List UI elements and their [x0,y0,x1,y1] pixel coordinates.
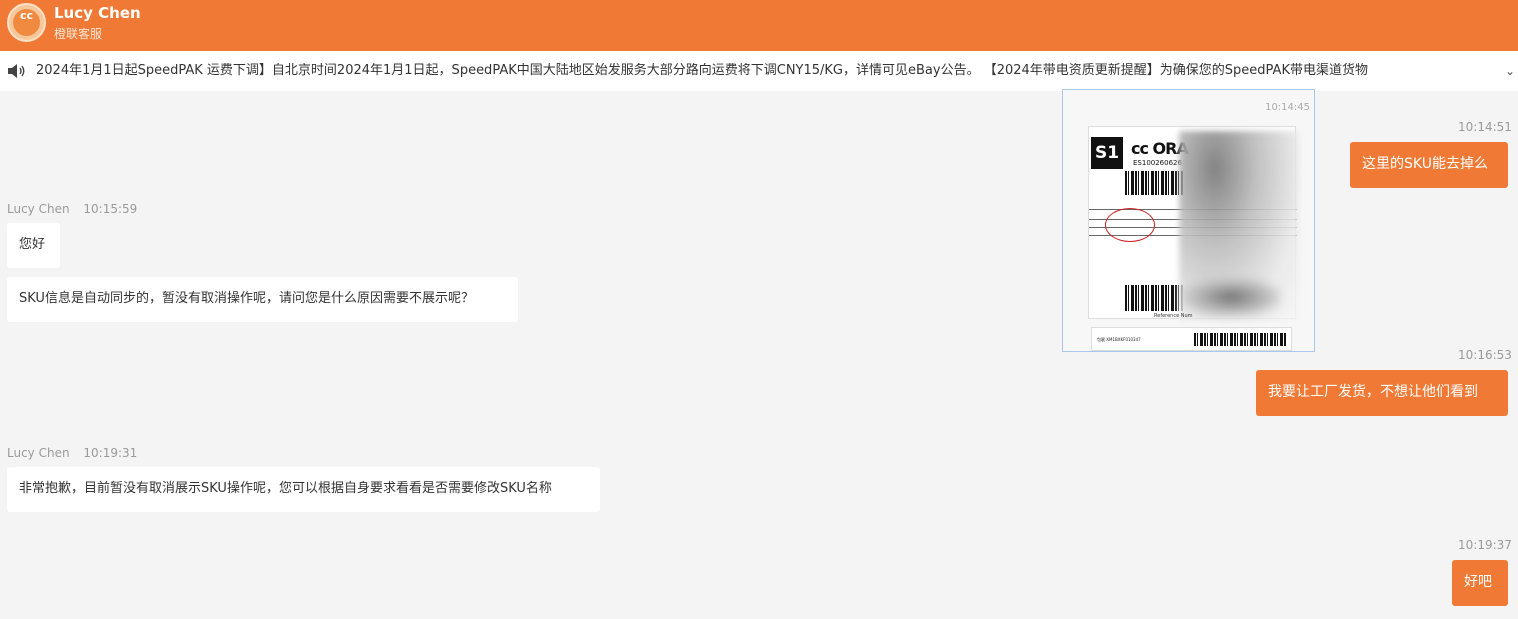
speaker-icon [8,64,25,78]
image-message[interactable]: 10:14:45 S1 ᴄᴄ ORA ES100260626 Reference… [1062,89,1315,352]
blurred-region [1181,277,1281,317]
message-bubble-outgoing: 这里的SKU能去掉么 [1350,142,1508,188]
message-bubble-outgoing: 好吧 [1452,560,1508,606]
agent-subtitle: 橙联客服 [54,27,103,41]
notice-text: 2024年1月1日起SpeedPAK 运费下调】自北京时间2024年1月1日起，… [36,63,1368,78]
message-time: 10:15:59 [83,202,138,216]
message-time: 10:19:31 [83,446,138,460]
shipping-label-image[interactable]: S1 ᴄᴄ ORA ES100260626 Reference Num [1088,126,1299,321]
chat-header: ᴄᴄ Lucy Chen 橙联客服 [0,0,1518,51]
message-time: 10:16:53 [1458,348,1512,362]
message-bubble-incoming: SKU信息是自动同步的，暂没有取消操作呢，请问您是什么原因需要不展示呢？ [7,277,518,322]
avatar: ᴄᴄ [7,3,46,42]
message-bubble-incoming: 非常抱歉，目前暂没有取消展示SKU操作呢，您可以根据自身要求看看是否需要修改SK… [7,467,600,512]
label-reference: Reference Num [1154,313,1193,319]
message-time: 10:14:51 [1458,120,1512,134]
message-time: 10:14:45 [1265,102,1310,113]
label-strip-barcode [1194,333,1286,346]
shipping-label-strip: 包裹 XM1BXKF010347 [1091,327,1292,351]
label-s1: S1 [1091,137,1123,169]
label-bottom-text: 包裹 XM1BXKF010347 [1097,337,1141,342]
message-meta: Lucy Chen 10:15:59 [7,202,137,216]
chevron-down-icon[interactable]: ⌄ [1505,63,1515,79]
message-meta: Lucy Chen 10:19:31 [7,446,137,460]
message-time: 10:19:37 [1458,538,1512,552]
sender-name: Lucy Chen [7,446,70,460]
sender-name: Lucy Chen [7,202,70,216]
label-barcode-bottom [1125,285,1183,311]
label-barcode [1125,171,1183,195]
label-tracking: ES100260626 [1133,159,1182,167]
agent-name: Lucy Chen [54,4,141,22]
message-bubble-outgoing: 我要让工厂发货，不想让他们看到 [1256,370,1508,416]
red-circle-annotation [1105,208,1155,242]
notice-bar[interactable]: 2024年1月1日起SpeedPAK 运费下调】自北京时间2024年1月1日起，… [0,51,1518,91]
message-bubble-incoming: 您好 [7,223,60,268]
